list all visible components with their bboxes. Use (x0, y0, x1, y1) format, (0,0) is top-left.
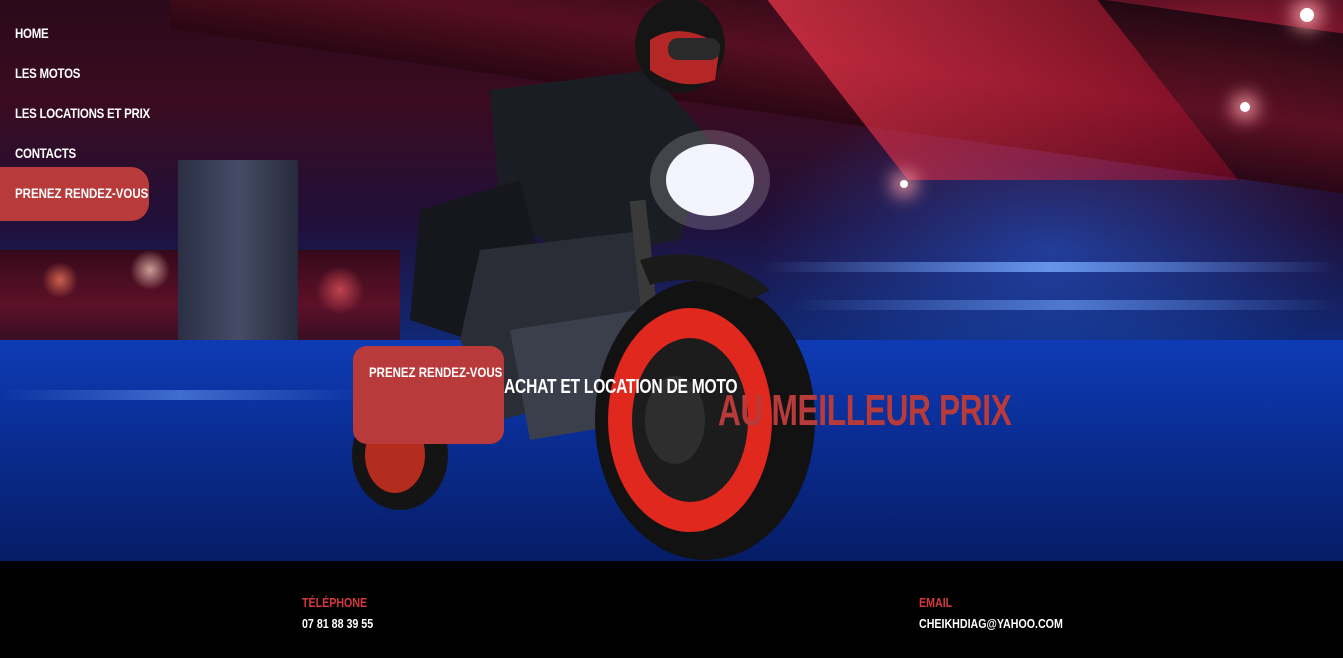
footer-email-label: EMAIL (919, 595, 953, 610)
hero-banner (0, 0, 1343, 561)
nav-appointment-label: PRENEZ RENDEZ-VOUS (15, 185, 149, 201)
hero-tagline-accent: AU MEILLEUR PRIX (718, 386, 1012, 435)
light-streak (0, 390, 360, 400)
streetlamp-light (1240, 102, 1250, 112)
hero-appointment-button[interactable]: PRENEZ RENDEZ-VOUS (353, 346, 504, 444)
nav-link-contacts[interactable]: CONTACTS (15, 145, 76, 161)
nav-link-les-motos[interactable]: LES MOTOS (15, 65, 80, 81)
footer: TÉLÉPHONE 07 81 88 39 55 EMAIL CHEIKHDIA… (0, 561, 1343, 658)
motorcycle-rider-image (352, 0, 815, 560)
hero-tagline: ACHAT ET LOCATION DE MOTO (504, 376, 738, 398)
nav-link-home[interactable]: HOME (15, 25, 49, 41)
light-streak (760, 262, 1340, 272)
footer-phone-label: TÉLÉPHONE (302, 595, 368, 610)
streetlamp-light (1300, 8, 1314, 22)
streetlamp-light (900, 180, 908, 188)
light-streak (790, 300, 1340, 310)
hero-appointment-label: PRENEZ RENDEZ-VOUS (369, 364, 503, 380)
overpass-pillar (178, 160, 298, 370)
nav-link-locations-prix[interactable]: LES LOCATIONS ET PRIX (15, 105, 150, 121)
nav-appointment-button[interactable]: PRENEZ RENDEZ-VOUS (0, 167, 149, 221)
footer-email-value[interactable]: CHEIKHDIAG@YAHOO.COM (919, 616, 1063, 631)
footer-phone-value[interactable]: 07 81 88 39 55 (302, 616, 373, 631)
